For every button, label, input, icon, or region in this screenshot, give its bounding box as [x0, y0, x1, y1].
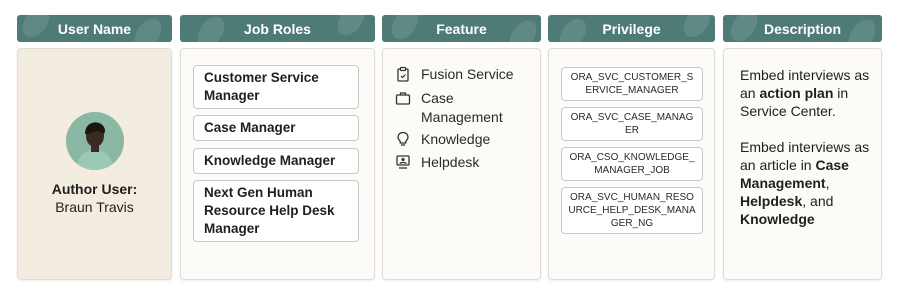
header-description-label: Description — [763, 20, 841, 37]
feature-item: Knowledge — [395, 130, 536, 149]
avatar — [66, 112, 124, 170]
privilege-item: ORA_CSO_KNOWLEDGE_MANAGER_JOB — [561, 147, 703, 181]
privilege-panel: ORA_SVC_CUSTOMER_SERVICE_MANAGER ORA_SVC… — [548, 48, 715, 280]
header-privilege: Privilege — [548, 15, 715, 42]
description-paragraph-1: Embed interviews as an action plan in Se… — [740, 66, 875, 120]
header-privilege-label: Privilege — [602, 20, 661, 37]
job-role-item: Customer Service Manager — [193, 65, 359, 109]
feature-item: Fusion Service — [395, 65, 536, 84]
privilege-item: ORA_SVC_HUMAN_RESOURCE_HELP_DESK_MANAGER… — [561, 187, 703, 234]
feature-label: Helpdesk — [421, 154, 480, 170]
job-role-item: Knowledge Manager — [193, 148, 359, 174]
privilege-item: ORA_SVC_CASE_MANAGER — [561, 107, 703, 141]
feature-item: Case Management — [395, 89, 536, 127]
feature-label: Fusion Service — [421, 66, 514, 82]
feature-panel: Fusion Service Case Management Knowledge… — [382, 48, 541, 280]
user-panel: Author User: Braun Travis — [17, 48, 172, 280]
feature-label: Case Management — [421, 90, 503, 125]
description-emphasis: action plan — [759, 85, 834, 101]
privilege-item: ORA_SVC_CUSTOMER_SERVICE_MANAGER — [561, 67, 703, 101]
clipboard-icon — [397, 66, 409, 82]
description-text: , — [825, 175, 830, 191]
lightbulb-icon — [397, 131, 409, 146]
person-icon — [66, 112, 124, 170]
header-user-name-label: User Name — [57, 20, 132, 37]
helpdesk-icon — [396, 155, 410, 169]
job-role-item: Case Manager — [193, 115, 359, 141]
header-job-roles-label: Job Roles — [244, 20, 311, 37]
description-emphasis: Helpdesk — [740, 193, 803, 209]
user-role-label: Author User: — [51, 181, 138, 197]
description-text: , and — [802, 193, 834, 209]
header-feature: Feature — [382, 15, 541, 42]
header-user-name: User Name — [17, 15, 172, 42]
description-emphasis: Knowledge — [740, 211, 815, 227]
header-description: Description — [723, 15, 882, 42]
feature-label: Knowledge — [421, 131, 491, 147]
description-paragraph-2: Embed interviews as an article in Case M… — [740, 138, 875, 228]
description-text: Embed interviews as an article in — [740, 139, 870, 173]
user-name: Braun Travis — [55, 199, 134, 215]
header-job-roles: Job Roles — [180, 15, 375, 42]
briefcase-icon — [395, 92, 411, 105]
job-role-item: Next Gen Human Resource Help Desk Manage… — [193, 180, 359, 242]
header-feature-label: Feature — [436, 20, 487, 37]
description-panel: Embed interviews as an action plan in Se… — [723, 48, 882, 280]
job-roles-panel: Customer Service Manager Case Manager Kn… — [180, 48, 375, 280]
feature-item: Helpdesk — [395, 153, 536, 172]
